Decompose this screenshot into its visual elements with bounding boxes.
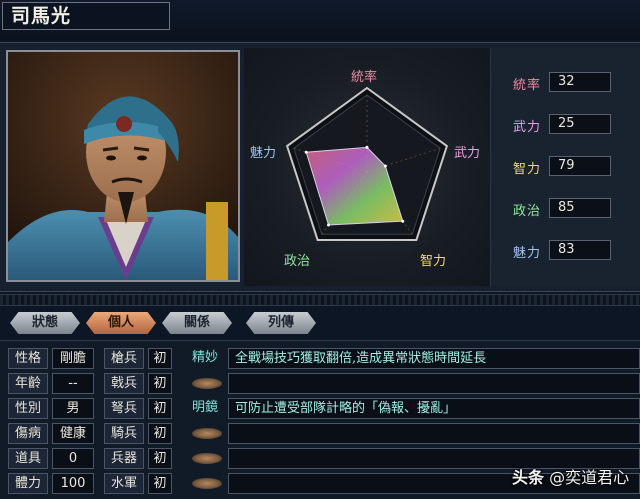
profile-value: 男 (52, 398, 94, 419)
stat-label: 統率 (513, 78, 542, 93)
tab-bar: 狀態 個人 關係 列傳 (0, 308, 640, 338)
empty-skill-icon (192, 378, 222, 389)
stat-row-war: 武力 25 (491, 114, 640, 136)
stat-label: 智力 (513, 162, 542, 177)
skill-description: 可防止遭受部隊計略的「偽報、擾亂」 (228, 398, 640, 419)
profile-label: 年齡 (8, 373, 48, 394)
portrait-image (8, 52, 238, 280)
stat-value: 25 (549, 114, 611, 134)
stat-value: 79 (549, 156, 611, 176)
stat-row-leadership: 統率 32 (491, 72, 640, 94)
tab-biography[interactable]: 列傳 (246, 312, 316, 334)
aptitude-value: 初 (148, 473, 172, 494)
radar-point-4 (304, 150, 308, 154)
aptitude-value: 初 (148, 423, 172, 444)
stat-value: 83 (549, 240, 611, 260)
profile-value: -- (52, 373, 94, 394)
profile-label: 體力 (8, 473, 48, 494)
radar-label-intelligence: 智力 (420, 254, 447, 269)
radar-label-leadership: 統率 (351, 70, 378, 85)
tab-relations[interactable]: 關係 (162, 312, 232, 334)
aptitude-label: 騎兵 (104, 423, 144, 444)
profile-value: 100 (52, 473, 94, 494)
skill-name[interactable]: 明鏡 (185, 398, 225, 419)
profile-value: 健康 (52, 423, 94, 444)
aptitude-value: 初 (148, 373, 172, 394)
aptitude-value: 初 (148, 398, 172, 419)
stat-value: 85 (549, 198, 611, 218)
watermark-account: @奕道君心 (549, 468, 630, 487)
stat-row-charm: 魅力 83 (491, 240, 640, 262)
radar-point-0 (365, 145, 369, 149)
profile-value: 0 (52, 448, 94, 469)
radar-label-war: 武力 (454, 146, 481, 161)
skill-name[interactable]: 精妙 (185, 348, 225, 369)
stat-label: 武力 (513, 120, 542, 135)
profile-label: 道具 (8, 448, 48, 469)
watermark-brand: 头条 (512, 468, 545, 487)
stat-label: 魅力 (513, 246, 542, 261)
empty-skill-icon (192, 428, 222, 439)
aptitude-label: 水軍 (104, 473, 144, 494)
radar-chart: 統率 武力 智力 政治 魅力 (244, 48, 490, 286)
watermark: 头条 @奕道君心 (512, 464, 629, 488)
panel-divider (0, 294, 640, 306)
tab-personal[interactable]: 個人 (86, 312, 156, 334)
stat-value: 32 (549, 72, 611, 92)
tab-status[interactable]: 狀態 (10, 312, 80, 334)
skill-description (228, 373, 640, 394)
stats-panel: 統率 32 武力 25 智力 79 政治 85 魅力 83 (490, 48, 640, 286)
profile-label: 傷病 (8, 423, 48, 444)
skill-description: 全戰場技巧獲取翻倍,造成異常狀態時間延長 (228, 348, 640, 369)
radar-point-3 (327, 223, 331, 227)
stat-label: 政治 (513, 204, 542, 219)
aptitude-value: 初 (148, 348, 172, 369)
profile-label: 性格 (8, 348, 48, 369)
aptitude-value: 初 (148, 448, 172, 469)
skill-description (228, 423, 640, 444)
aptitude-label: 兵器 (104, 448, 144, 469)
aptitude-label: 弩兵 (104, 398, 144, 419)
radar-point-2 (401, 219, 405, 223)
radar-label-charm: 魅力 (250, 146, 277, 161)
empty-skill-icon (192, 453, 222, 464)
empty-skill-icon (192, 478, 222, 489)
aptitude-label: 戟兵 (104, 373, 144, 394)
radar-point-1 (383, 164, 387, 168)
officer-portrait (6, 50, 240, 282)
stat-row-intelligence: 智力 79 (491, 156, 640, 178)
officer-name: 司馬光 (2, 2, 170, 30)
aptitude-label: 槍兵 (104, 348, 144, 369)
radar-label-politics: 政治 (284, 254, 311, 269)
profile-label: 性別 (8, 398, 48, 419)
stat-row-politics: 政治 85 (491, 198, 640, 220)
profile-value: 剛膽 (52, 348, 94, 369)
